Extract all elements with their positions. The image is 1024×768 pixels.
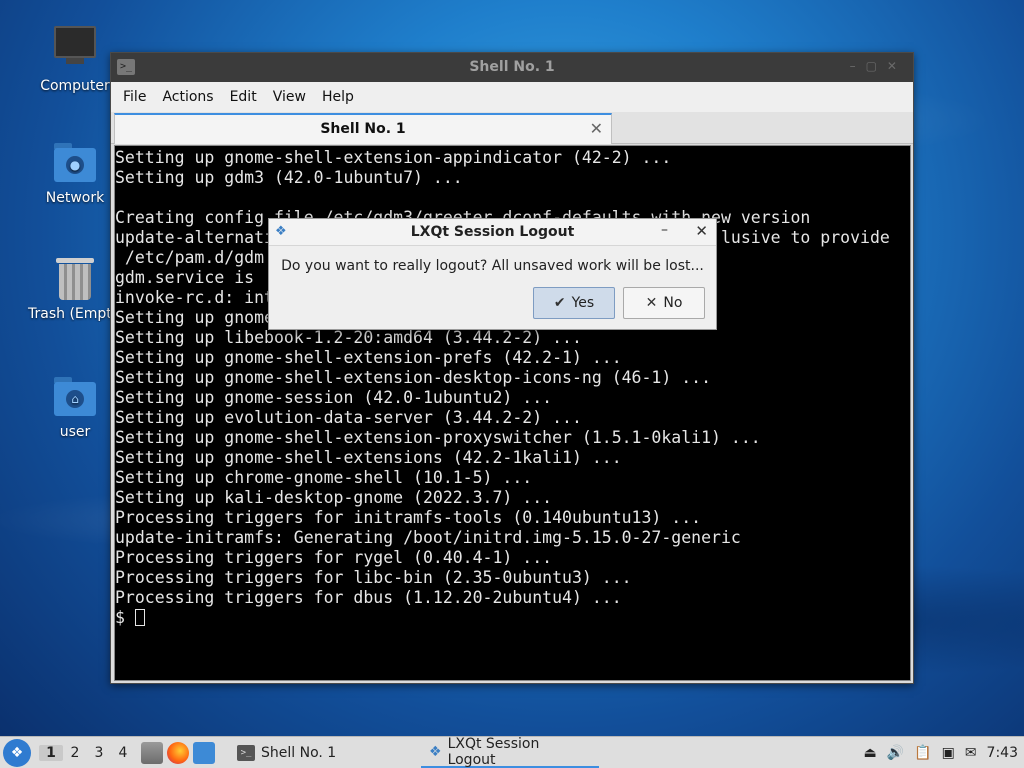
workspace-1[interactable]: 1	[39, 744, 63, 761]
tab-shell-1[interactable]: Shell No. 1 ✕	[114, 113, 612, 144]
computer-icon	[51, 26, 99, 74]
menu-edit[interactable]: Edit	[222, 89, 265, 105]
clock[interactable]: 7:43	[987, 745, 1018, 761]
tab-label: Shell No. 1	[320, 121, 406, 137]
terminal-line: Processing triggers for libc-bin (2.35-0…	[115, 568, 632, 587]
terminal-menubar: File Actions Edit View Help	[111, 82, 913, 112]
start-menu-icon[interactable]: ❖	[3, 738, 31, 767]
close-icon[interactable]: ✕	[695, 222, 708, 240]
terminal-line: Setting up chrome-gnome-shell (10.1-5) .…	[115, 468, 533, 487]
terminal-line: Setting up libebook-1.2-20:amd64 (3.44.2…	[115, 328, 582, 347]
trash-icon	[51, 254, 99, 302]
dialog-titlebar[interactable]: ❖ LXQt Session Logout – ✕	[269, 219, 716, 246]
terminal-line: Setting up gdm3 (42.0-1ubuntu7) ...	[115, 168, 463, 187]
menu-actions[interactable]: Actions	[154, 89, 221, 105]
no-button[interactable]: ✕ No	[623, 287, 705, 319]
menu-file[interactable]: File	[115, 89, 154, 105]
eject-icon[interactable]: ⏏	[863, 745, 876, 761]
workspace-3[interactable]: 3	[87, 745, 111, 761]
logout-dialog: ❖ LXQt Session Logout – ✕ Do you want to…	[268, 218, 717, 330]
quick-launch	[141, 741, 215, 764]
no-label: No	[663, 295, 683, 311]
terminal-cursor	[134, 609, 145, 626]
yes-label: Yes	[571, 295, 595, 311]
menu-view[interactable]: View	[265, 89, 314, 105]
desktop-folder-icon[interactable]	[193, 741, 215, 764]
workspace-4[interactable]: 4	[111, 745, 135, 761]
window-controls[interactable]: –▢✕	[850, 59, 907, 73]
tab-close-icon[interactable]: ✕	[590, 119, 603, 138]
dialog-message: Do you want to really logout? All unsave…	[281, 258, 704, 274]
terminal-titlebar[interactable]: >_ Shell No. 1 –▢✕	[111, 53, 913, 82]
network-icon[interactable]: ▣	[942, 745, 955, 761]
terminal-line: Setting up gnome-shell-extension-prefs (…	[115, 348, 622, 367]
terminal-line: Setting up gnome-shell-extension-desktop…	[115, 368, 712, 387]
task-logout-dialog[interactable]: ❖ LXQt Session Logout	[421, 735, 599, 768]
taskbar: ❖ 1 2 3 4 >_ Shell No. 1 ❖ LXQt Session …	[0, 736, 1024, 768]
workspace-switcher: 1 2 3 4	[39, 744, 135, 761]
terminal-line: Setting up gnome-shell-extension-appindi…	[115, 148, 672, 167]
network-folder-icon: ●	[51, 138, 99, 186]
terminal-line: Processing triggers for initramfs-tools …	[115, 508, 702, 527]
terminal-line: Setting up evolution-data-server (3.44.2…	[115, 408, 582, 427]
home-folder-icon: ⌂	[51, 372, 99, 420]
task-label: LXQt Session Logout	[447, 735, 540, 768]
terminal-line: Setting up gnome-shell-extensions (42.2-…	[115, 448, 622, 467]
checkmark-icon: ✔	[553, 295, 566, 311]
clipboard-icon[interactable]: 📋	[914, 745, 931, 761]
workspace-2[interactable]: 2	[63, 745, 87, 761]
terminal-window[interactable]: >_ Shell No. 1 –▢✕ File Actions Edit Vie…	[110, 52, 914, 684]
terminal-task-icon: >_	[237, 744, 255, 761]
file-manager-icon[interactable]	[141, 741, 163, 764]
terminal-line: Setting up gnome-shell-extension-proxysw…	[115, 428, 761, 447]
prompt-text: $	[115, 608, 135, 627]
menu-help[interactable]: Help	[314, 89, 362, 105]
task-label: Shell No. 1	[261, 744, 337, 761]
dialog-title: LXQt Session Logout	[410, 224, 575, 240]
terminal-prompt[interactable]: $	[115, 608, 910, 628]
system-tray: ⏏ 🔊 📋 ▣ ✉ 7:43	[863, 737, 1024, 768]
terminal-line: Processing triggers for rygel (0.40.4-1)…	[115, 548, 553, 567]
terminal-title: Shell No. 1	[469, 59, 555, 75]
terminal-tabbar: Shell No. 1 ✕	[111, 112, 913, 144]
terminal-line: Setting up gnome-session (42.0-1ubuntu2)…	[115, 388, 553, 407]
cross-icon: ✕	[645, 295, 658, 311]
terminal-line: Setting up kali-desktop-gnome (2022.3.7)…	[115, 488, 553, 507]
lxqt-task-icon: ❖	[429, 743, 442, 760]
firefox-icon[interactable]	[167, 741, 189, 764]
volume-icon[interactable]: 🔊	[887, 745, 904, 761]
minimize-icon[interactable]: –	[661, 222, 668, 238]
notification-icon[interactable]: ✉	[965, 745, 977, 761]
terminal-line: update-initramfs: Generating /boot/initr…	[115, 528, 741, 547]
terminal-line: Processing triggers for dbus (1.12.20-2u…	[115, 588, 622, 607]
yes-button[interactable]: ✔ Yes	[533, 287, 615, 319]
task-shell[interactable]: >_ Shell No. 1	[229, 738, 409, 768]
